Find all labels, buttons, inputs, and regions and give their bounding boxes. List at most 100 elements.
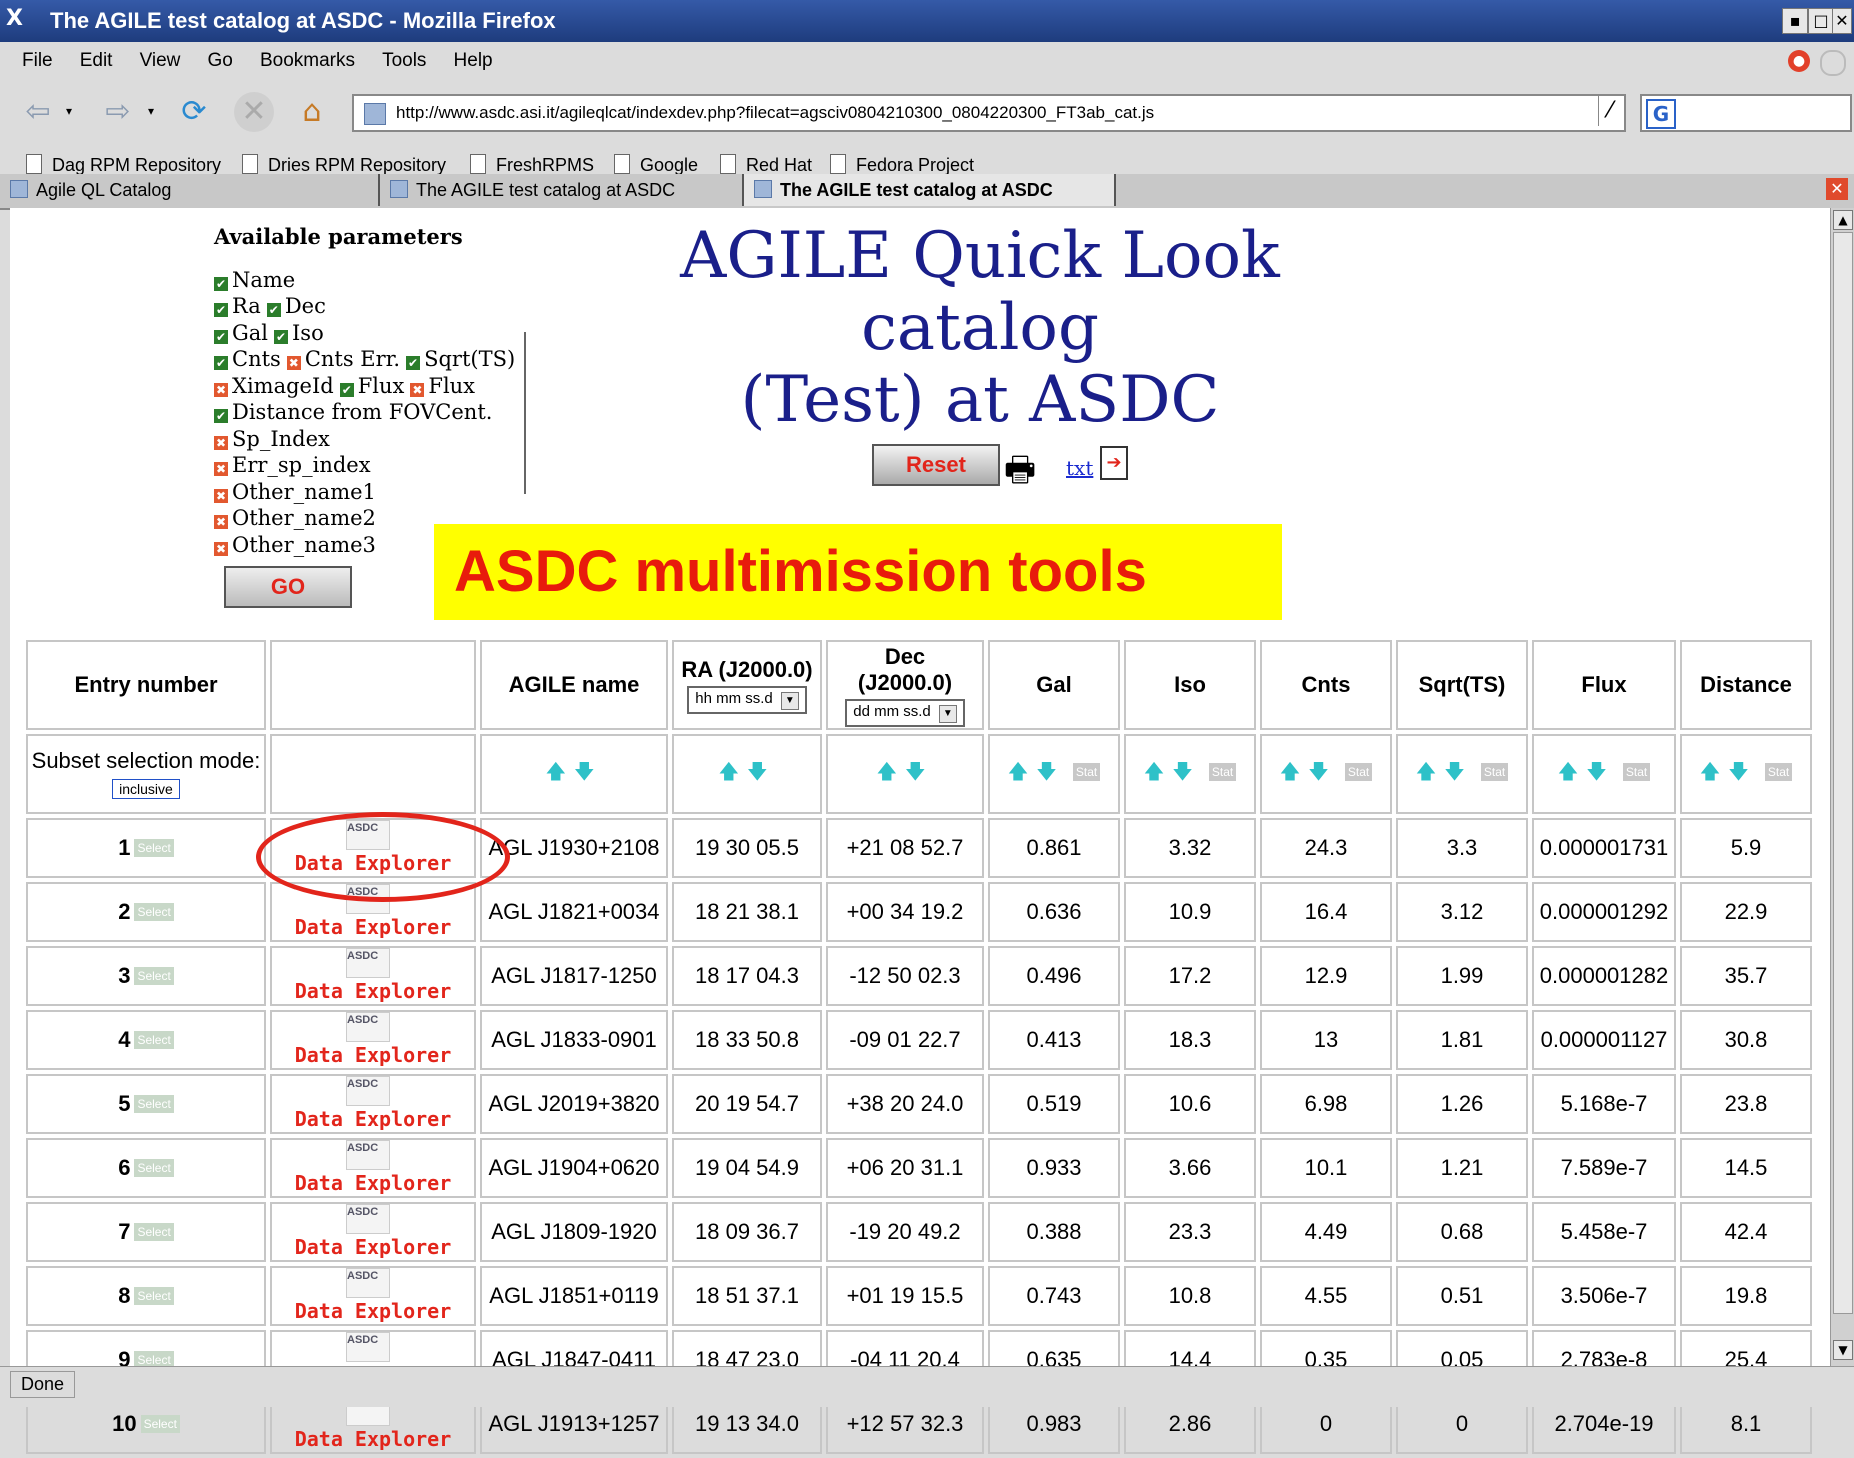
- parameter-checkbox[interactable]: ✖: [214, 515, 228, 529]
- forward-dropdown-icon[interactable]: ▾: [148, 104, 154, 118]
- stop-loading-icon[interactable]: ●: [1788, 50, 1810, 72]
- data-explorer-link[interactable]: Data Explorer: [295, 1427, 452, 1451]
- back-dropdown-icon[interactable]: ▾: [66, 104, 72, 118]
- menu-edit[interactable]: Edit: [80, 50, 113, 72]
- flux-value: 7.589e-7: [1560, 1155, 1648, 1180]
- search-input[interactable]: G: [1640, 94, 1852, 132]
- stat-button[interactable]: Stat: [1344, 763, 1373, 782]
- sort-arrows-icon[interactable]: 🡅🡇: [876, 761, 933, 783]
- sort-arrows-icon[interactable]: 🡅🡇: [718, 761, 775, 783]
- bookmark-item[interactable]: Red Hat: [720, 154, 812, 176]
- cnts-value: 24.3: [1304, 835, 1348, 860]
- select-button[interactable]: Select: [134, 1223, 174, 1241]
- parameter-checkbox[interactable]: ✔: [274, 329, 289, 344]
- parameter-checkbox[interactable]: ✔: [214, 329, 228, 344]
- stat-button[interactable]: Stat: [1622, 763, 1651, 782]
- url-bar[interactable]: http://www.asdc.asi.it/agileqlcat/indexd…: [352, 94, 1626, 132]
- parameter-checkbox[interactable]: ✖: [286, 356, 301, 370]
- menu-tools[interactable]: Tools: [382, 50, 426, 72]
- select-button[interactable]: Select: [134, 903, 174, 921]
- data-explorer-link[interactable]: Data Explorer: [295, 1171, 452, 1195]
- distance-value: 35.7: [1724, 963, 1768, 988]
- select-button[interactable]: Select: [134, 1287, 174, 1305]
- scroll-up-icon[interactable]: ▲: [1833, 210, 1853, 230]
- parameter-checkbox[interactable]: ✖: [410, 382, 425, 397]
- subset-mode-select[interactable]: inclusive: [112, 779, 180, 799]
- bookmark-item[interactable]: Fedora Project: [830, 154, 974, 176]
- reset-button[interactable]: Reset: [872, 444, 1000, 486]
- sort-arrows-icon[interactable]: 🡅🡇: [1280, 761, 1337, 783]
- data-explorer-link[interactable]: Data Explorer: [295, 1043, 452, 1067]
- reload-icon[interactable]: ⟳: [174, 92, 214, 132]
- parameter-checkbox[interactable]: ✔: [214, 356, 228, 370]
- data-explorer-link[interactable]: Data Explorer: [295, 1299, 452, 1323]
- export-arrow-icon[interactable]: ➔: [1100, 446, 1128, 480]
- data-explorer-link[interactable]: Data Explorer: [295, 979, 452, 1003]
- printer-icon[interactable]: 🖶: [1004, 446, 1036, 503]
- stat-button[interactable]: Stat: [1208, 763, 1237, 782]
- sort-arrows-icon[interactable]: 🡅🡇: [1008, 761, 1065, 783]
- menu-help[interactable]: Help: [454, 50, 493, 72]
- scroll-thumb[interactable]: [1833, 232, 1853, 1314]
- parameter-checkbox[interactable]: ✖: [214, 462, 228, 476]
- select-button[interactable]: Select: [134, 839, 174, 857]
- go-arrow-icon[interactable]: ⁄: [1598, 96, 1621, 126]
- menu-file[interactable]: File: [22, 50, 53, 72]
- entry-number: 6: [118, 1155, 131, 1180]
- bookmark-item[interactable]: Dag RPM Repository: [26, 154, 221, 176]
- parameter-checkbox[interactable]: ✖: [214, 541, 228, 556]
- txt-export-link[interactable]: txt: [1066, 456, 1093, 480]
- bookmark-item[interactable]: Google: [614, 154, 698, 176]
- go-button[interactable]: GO: [224, 566, 352, 608]
- parameter-checkbox[interactable]: ✖: [214, 488, 228, 503]
- window-title-bar[interactable]: X The AGILE test catalog at ASDC - Mozil…: [0, 0, 1854, 42]
- parameter-checkbox[interactable]: ✔: [406, 356, 421, 370]
- stat-button[interactable]: Stat: [1072, 763, 1101, 782]
- tab-agile-test-catalog-active[interactable]: The AGILE test catalog at ASDC: [744, 174, 1116, 206]
- parameter-checkbox[interactable]: ✔: [214, 303, 228, 317]
- bookmark-item[interactable]: Dries RPM Repository: [242, 154, 446, 176]
- sort-arrows-icon[interactable]: 🡅🡇: [1700, 761, 1757, 783]
- forward-icon[interactable]: ⇨: [98, 92, 138, 132]
- minimize-icon[interactable]: ▪: [1782, 8, 1808, 34]
- vertical-scrollbar[interactable]: ▲ ▼: [1830, 208, 1854, 1366]
- sort-arrows-icon[interactable]: 🡅🡇: [545, 761, 602, 783]
- stat-button[interactable]: Stat: [1764, 763, 1793, 782]
- dec-format-select[interactable]: dd mm ss.d ▼: [845, 698, 965, 727]
- tab-agile-test-catalog[interactable]: The AGILE test catalog at ASDC: [380, 174, 744, 206]
- select-button[interactable]: Select: [140, 1415, 180, 1433]
- select-button[interactable]: Select: [134, 1031, 174, 1049]
- data-explorer-link[interactable]: Data Explorer: [295, 1235, 452, 1259]
- bookmark-item[interactable]: FreshRPMS: [470, 154, 594, 176]
- search-engine-icon[interactable]: G: [1646, 99, 1676, 129]
- select-button[interactable]: Select: [134, 1095, 174, 1113]
- menu-view[interactable]: View: [140, 50, 181, 72]
- parameter-checkbox[interactable]: ✖: [214, 382, 228, 397]
- parameter-checkbox[interactable]: ✔: [214, 409, 228, 423]
- sort-arrows-icon[interactable]: 🡅🡇: [1558, 761, 1615, 783]
- menu-go[interactable]: Go: [208, 50, 233, 72]
- chevron-down-icon: ▼: [780, 691, 799, 710]
- data-explorer-link[interactable]: Data Explorer: [295, 915, 452, 939]
- select-button[interactable]: Select: [134, 967, 174, 985]
- maximize-icon[interactable]: □: [1808, 8, 1834, 34]
- sort-arrows-icon[interactable]: 🡅🡇: [1144, 761, 1201, 783]
- tab-agile-ql-catalog[interactable]: Agile QL Catalog: [0, 174, 380, 206]
- stop-icon[interactable]: ✕: [234, 92, 274, 132]
- parameter-checkbox[interactable]: ✔: [214, 276, 228, 291]
- parameter-checkbox[interactable]: ✔: [339, 382, 354, 397]
- close-icon[interactable]: ✕: [1832, 8, 1852, 34]
- parameter-checkbox[interactable]: ✔: [266, 303, 281, 317]
- ra-format-select[interactable]: hh mm ss.d ▼: [687, 685, 807, 714]
- stat-button[interactable]: Stat: [1480, 763, 1509, 782]
- back-icon[interactable]: ⇦: [18, 92, 58, 132]
- menu-bookmarks[interactable]: Bookmarks: [260, 50, 355, 72]
- close-tab-icon[interactable]: ✕: [1826, 178, 1848, 200]
- data-explorer-link[interactable]: Data Explorer: [295, 1107, 452, 1131]
- select-button[interactable]: Select: [134, 1159, 174, 1177]
- sort-arrows-icon[interactable]: 🡅🡇: [1416, 761, 1473, 783]
- parameter-checkbox[interactable]: ✖: [214, 435, 228, 450]
- home-icon[interactable]: ⌂: [292, 92, 332, 132]
- scroll-down-icon[interactable]: ▼: [1833, 1340, 1853, 1360]
- agile-name-cell: AGL J1904+0620: [480, 1138, 668, 1198]
